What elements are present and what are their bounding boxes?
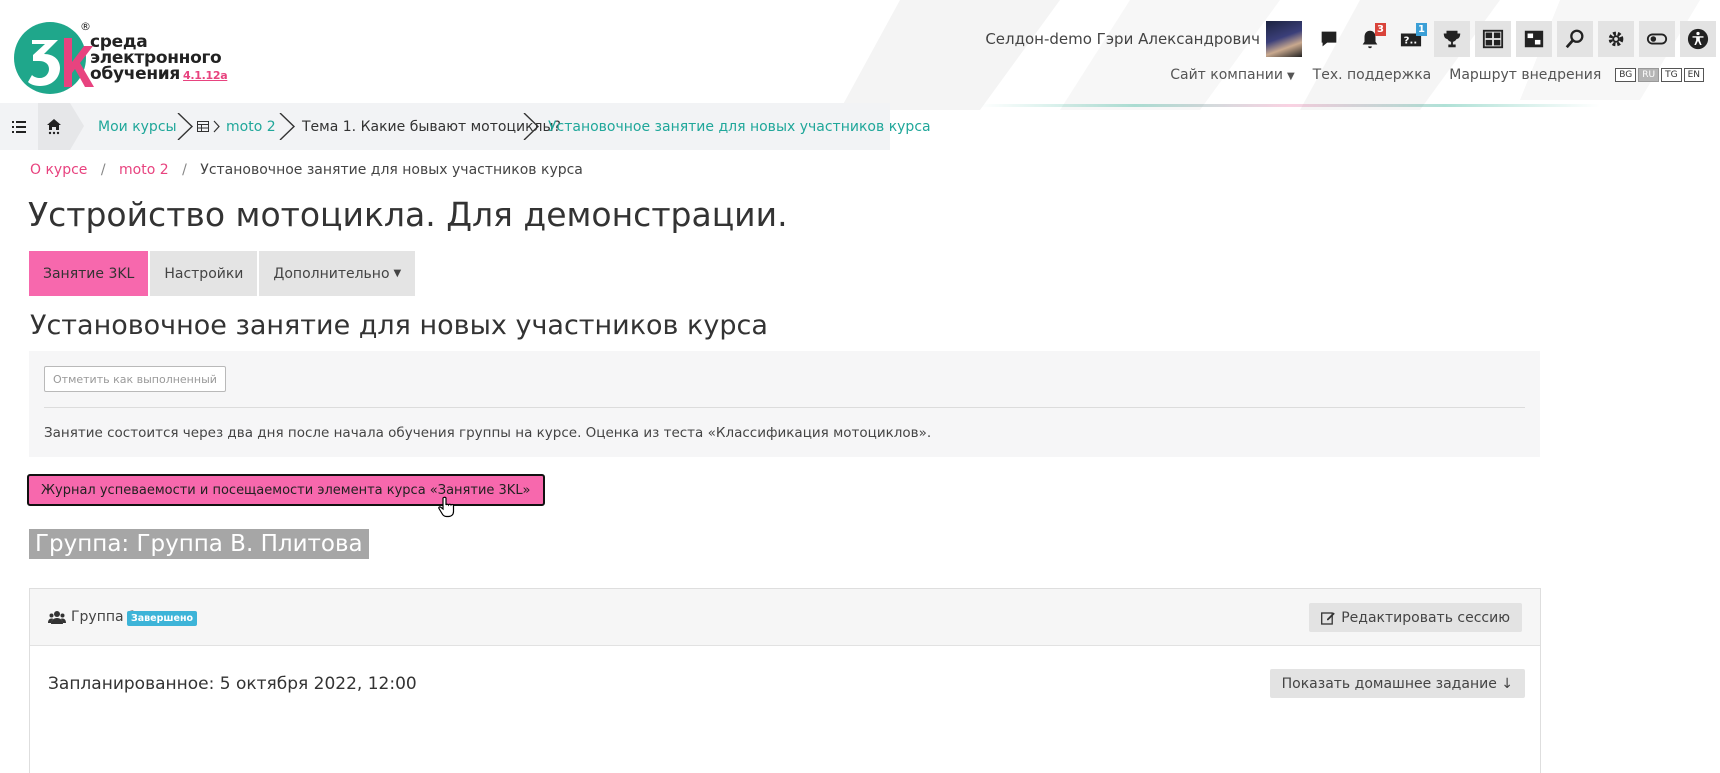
breadcrumb-separator-icon bbox=[177, 113, 194, 140]
lang-ru[interactable]: RU bbox=[1638, 68, 1660, 82]
journal-button[interactable]: Журнал успеваемости и посещаемости элеме… bbox=[27, 474, 545, 506]
edit-session-label: Редактировать сессию bbox=[1341, 609, 1510, 626]
search-button[interactable] bbox=[1557, 21, 1593, 57]
notifications-button[interactable]: 3 bbox=[1352, 21, 1388, 57]
accessibility-icon bbox=[1687, 28, 1709, 50]
subcrumb-about[interactable]: О курсе bbox=[30, 162, 87, 178]
show-homework-button[interactable]: Показать домашнее задание ↓ bbox=[1269, 669, 1525, 698]
header-band bbox=[980, 104, 1600, 107]
layout-button[interactable] bbox=[1516, 21, 1552, 57]
logo[interactable]: ® среда электронного обучения 4.1.12a bbox=[14, 18, 244, 100]
sidebar-toggle[interactable] bbox=[0, 103, 38, 150]
logo-version[interactable]: 4.1.12a bbox=[183, 69, 228, 82]
subcrumb-course[interactable]: moto 2 bbox=[119, 162, 169, 178]
home-icon bbox=[47, 118, 61, 134]
activity-description: Занятие состоится через два дня после на… bbox=[44, 425, 932, 441]
settings-button[interactable] bbox=[1598, 21, 1634, 57]
hand-cursor-icon bbox=[438, 496, 455, 518]
tab-settings[interactable]: Настройки bbox=[150, 251, 258, 296]
lang-bg[interactable]: BG bbox=[1615, 68, 1637, 82]
breadcrumb-home-arrow bbox=[70, 103, 84, 150]
support-link[interactable]: Тех. поддержка bbox=[1313, 67, 1432, 83]
theme-toggle[interactable] bbox=[1639, 21, 1675, 57]
route-link[interactable]: Маршрут внедрения bbox=[1449, 67, 1601, 83]
tab-more[interactable]: Дополнительно ▼ bbox=[259, 251, 416, 296]
group-title: Группа: Группа В. Плитова bbox=[29, 529, 369, 559]
page-title: Устройство мотоцикла. Для демонстрации. bbox=[28, 195, 788, 234]
breadcrumb-separator-icon bbox=[279, 113, 296, 140]
planned-date: Запланированное: 5 октября 2022, 12:00 bbox=[48, 674, 417, 694]
trophy-icon bbox=[1443, 30, 1461, 48]
3k-logo-icon: ® bbox=[14, 20, 94, 94]
language-switcher: BG RU TG EN bbox=[1613, 68, 1704, 82]
subcrumb-current: Установочное занятие для новых участнико… bbox=[200, 162, 583, 178]
notifications-count: 3 bbox=[1375, 23, 1386, 36]
edit-session-button[interactable]: Редактировать сессию bbox=[1309, 603, 1522, 632]
messages-button[interactable] bbox=[1311, 21, 1347, 57]
accessibility-button[interactable] bbox=[1680, 21, 1716, 57]
section-title: Установочное занятие для новых участнико… bbox=[30, 310, 768, 341]
dashboard-icon bbox=[1482, 29, 1504, 49]
session-card: Группа 1 Завершено Редактировать сессию … bbox=[29, 588, 1541, 773]
questions-count: 1 bbox=[1416, 23, 1427, 36]
breadcrumb-separator-icon bbox=[523, 113, 540, 140]
tab-bar: Занятие 3KL Настройки Дополнительно ▼ bbox=[29, 251, 417, 296]
divider bbox=[44, 407, 1525, 408]
layout-icon bbox=[1524, 30, 1544, 48]
list-icon bbox=[12, 120, 26, 133]
user-name[interactable]: Селдон-demo Гэри Александрович bbox=[985, 30, 1260, 48]
toggle-icon bbox=[1646, 33, 1668, 45]
search-icon bbox=[1565, 29, 1584, 49]
lang-en[interactable]: EN bbox=[1683, 68, 1704, 82]
tab-lesson[interactable]: Занятие 3KL bbox=[29, 251, 149, 296]
breadcrumb-course[interactable]: moto 2 bbox=[226, 103, 276, 150]
header-nav: Сайт компании ▼ Тех. поддержка Маршрут вн… bbox=[1152, 64, 1704, 86]
status-badge: Завершено bbox=[127, 611, 198, 626]
tab-more-label: Дополнительно bbox=[273, 265, 390, 282]
breadcrumb-current[interactable]: Установочное занятие для новых участнико… bbox=[548, 103, 931, 150]
company-site-link[interactable]: Сайт компании ▼ bbox=[1170, 67, 1294, 83]
questions-button[interactable]: ?.. 1 bbox=[1393, 21, 1429, 57]
lang-tg[interactable]: TG bbox=[1661, 68, 1682, 82]
subcrumb-separator: / bbox=[100, 162, 106, 178]
secondary-breadcrumb: О курсе / moto 2 / Установочное занятие … bbox=[30, 162, 583, 178]
chevron-down-icon: ▼ bbox=[393, 268, 402, 279]
chevron-down-icon: ▼ bbox=[1286, 71, 1295, 82]
dashboard-button[interactable] bbox=[1475, 21, 1511, 57]
user-toolbar: Селдон-demo Гэри Александрович 3 ?.. 1 bbox=[985, 20, 1716, 58]
svg-text:?..: ?.. bbox=[1404, 36, 1418, 47]
course-table-icon bbox=[197, 121, 209, 132]
breadcrumb-my-courses[interactable]: Мои курсы bbox=[98, 103, 177, 150]
logo-text: среда электронного обучения 4.1.12a bbox=[90, 34, 228, 84]
logo-line-3: обучения bbox=[90, 64, 181, 84]
breadcrumb-home[interactable] bbox=[38, 103, 70, 150]
activity-panel: Отметить как выполненный Занятие состоит… bbox=[29, 351, 1540, 457]
achievements-button[interactable] bbox=[1434, 21, 1470, 57]
page: ® среда электронного обучения 4.1.12a Сел… bbox=[0, 0, 1720, 773]
chevron-right-icon bbox=[213, 120, 220, 133]
edit-icon bbox=[1321, 611, 1336, 625]
session-card-header: Группа 1 Завершено Редактировать сессию bbox=[30, 589, 1540, 646]
subcrumb-separator: / bbox=[182, 162, 187, 178]
users-icon bbox=[48, 611, 66, 624]
mark-done-button[interactable]: Отметить как выполненный bbox=[44, 366, 226, 392]
breadcrumb: Мои курсы moto 2 Тема 1. Какие бывают мо… bbox=[0, 103, 931, 150]
message-icon bbox=[1321, 31, 1337, 47]
gear-icon bbox=[1608, 31, 1624, 47]
avatar[interactable] bbox=[1266, 21, 1302, 57]
